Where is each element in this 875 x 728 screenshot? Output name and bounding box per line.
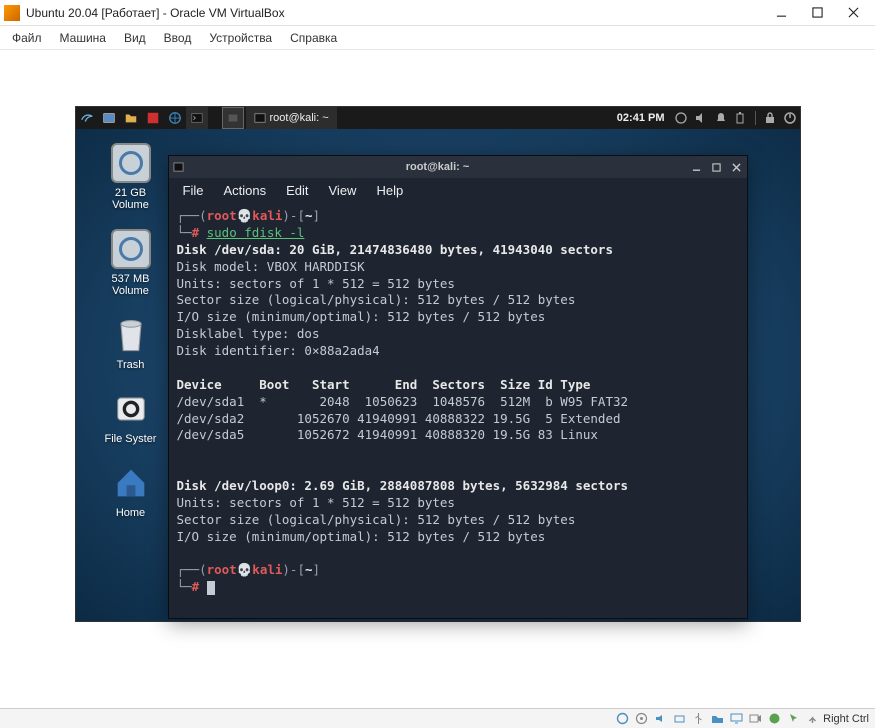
menu-view[interactable]: Вид <box>116 29 154 47</box>
status-optical-icon[interactable] <box>633 711 649 727</box>
terminal-minimize-button[interactable] <box>687 156 707 178</box>
status-shared-icon[interactable] <box>709 711 725 727</box>
status-display-icon[interactable] <box>728 711 744 727</box>
menu-machine[interactable]: Машина <box>52 29 114 47</box>
volume-21gb-icon[interactable]: 21 GB Volume <box>92 143 170 211</box>
terminal-menu-edit[interactable]: Edit <box>278 181 316 200</box>
status-usb-icon[interactable] <box>690 711 706 727</box>
status-audio-icon[interactable] <box>652 711 668 727</box>
desktop-icons: 21 GB Volume 537 MB Volume Trash File Sy… <box>92 143 170 537</box>
terminal-body[interactable]: ┌──(root💀kali)-[~] └─# sudo fdisk -l Dis… <box>169 202 747 602</box>
icon-label: 537 MB Volume <box>92 273 170 297</box>
menu-devices[interactable]: Устройства <box>201 29 280 47</box>
menu-help[interactable]: Справка <box>282 29 345 47</box>
show-desktop-icon[interactable] <box>98 107 120 129</box>
trash-icon[interactable]: Trash <box>92 315 170 371</box>
terminal-launcher-icon[interactable] <box>186 107 208 129</box>
terminal-window-icon <box>169 162 189 173</box>
panel-clock[interactable]: 02:41 PM <box>611 112 671 124</box>
vbox-guest-viewport: root@kali: ~ 02:41 PM 21 GB Volume 537 M… <box>0 50 875 708</box>
notifications-icon[interactable] <box>711 107 731 129</box>
battery-icon[interactable] <box>731 107 751 129</box>
launcher-app-icon[interactable] <box>142 107 164 129</box>
status-network-icon[interactable] <box>671 711 687 727</box>
close-button[interactable] <box>835 0 871 26</box>
vbox-app-icon <box>4 5 20 21</box>
icon-label: Home <box>92 507 170 519</box>
workspace-switcher[interactable] <box>222 107 244 129</box>
terminal-titlebar[interactable]: root@kali: ~ <box>169 156 747 178</box>
network-icon[interactable] <box>671 107 691 129</box>
icon-label: File Syster <box>92 433 170 445</box>
browser-icon[interactable] <box>164 107 186 129</box>
vbox-window-title: Ubuntu 20.04 [Работает] - Oracle VM Virt… <box>26 6 763 20</box>
terminal-title: root@kali: ~ <box>189 161 687 173</box>
taskbar-terminal-button[interactable]: root@kali: ~ <box>246 107 337 129</box>
terminal-menu-view[interactable]: View <box>321 181 365 200</box>
vbox-titlebar: Ubuntu 20.04 [Работает] - Oracle VM Virt… <box>0 0 875 26</box>
terminal-close-button[interactable] <box>727 156 747 178</box>
files-icon[interactable] <box>120 107 142 129</box>
icon-label: Trash <box>92 359 170 371</box>
icon-label: 21 GB Volume <box>92 187 170 211</box>
home-icon[interactable]: Home <box>92 463 170 519</box>
kali-desktop[interactable]: root@kali: ~ 02:41 PM 21 GB Volume 537 M… <box>75 106 801 622</box>
volume-537mb-icon[interactable]: 537 MB Volume <box>92 229 170 297</box>
status-hdd-icon[interactable] <box>614 711 630 727</box>
status-recording-icon[interactable] <box>747 711 763 727</box>
menu-input[interactable]: Ввод <box>156 29 200 47</box>
status-hostkey: Right Ctrl <box>823 713 869 725</box>
terminal-menu-help[interactable]: Help <box>368 181 411 200</box>
status-guest-additions-icon[interactable] <box>766 711 782 727</box>
panel-divider <box>755 111 756 125</box>
power-icon[interactable] <box>780 107 800 129</box>
status-mouse-icon[interactable] <box>785 711 801 727</box>
menu-file[interactable]: Файл <box>4 29 50 47</box>
kali-logo-icon[interactable] <box>76 107 98 129</box>
kali-panel: root@kali: ~ 02:41 PM <box>76 107 800 129</box>
vbox-menubar: Файл Машина Вид Ввод Устройства Справка <box>0 26 875 50</box>
terminal-menu-actions[interactable]: Actions <box>215 181 274 200</box>
lock-icon[interactable] <box>760 107 780 129</box>
terminal-maximize-button[interactable] <box>707 156 727 178</box>
status-keyboard-icon[interactable] <box>804 711 820 727</box>
task-title: root@kali: ~ <box>270 112 329 124</box>
vbox-statusbar: Right Ctrl <box>0 708 875 728</box>
maximize-button[interactable] <box>799 0 835 26</box>
terminal-menu-file[interactable]: File <box>175 181 212 200</box>
terminal-menubar: File Actions Edit View Help <box>169 178 747 202</box>
terminal-window[interactable]: root@kali: ~ File Actions Edit View Help… <box>168 155 748 619</box>
volume-icon[interactable] <box>691 107 711 129</box>
filesystem-icon[interactable]: File Syster <box>92 389 170 445</box>
minimize-button[interactable] <box>763 0 799 26</box>
terminal-cursor <box>207 581 215 595</box>
